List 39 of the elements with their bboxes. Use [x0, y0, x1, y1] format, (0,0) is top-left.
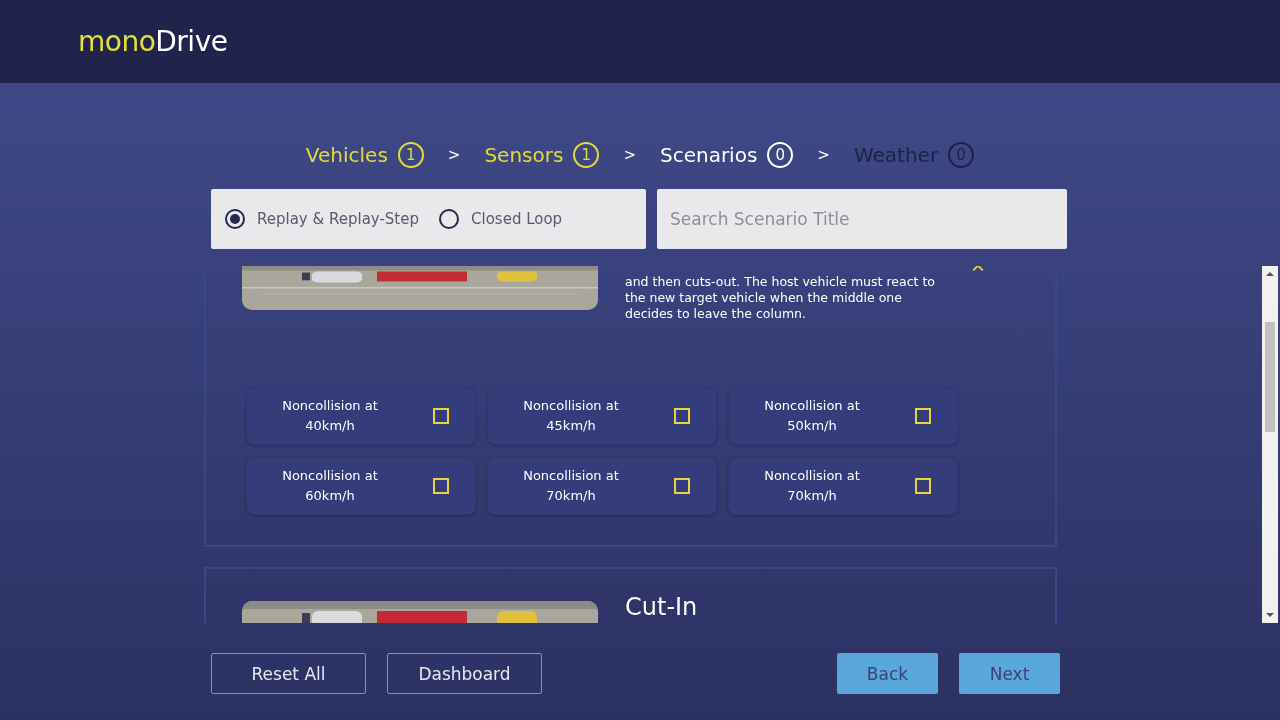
scroll-up-icon[interactable] — [1266, 272, 1274, 276]
search-field[interactable]: Search Scenario Title — [657, 189, 1067, 249]
count-badge: 0 — [948, 142, 975, 168]
radio-icon[interactable] — [225, 209, 245, 229]
footer-button[interactable]: Dashboard — [387, 653, 542, 694]
radio-icon[interactable] — [439, 209, 459, 229]
step-separator: > — [816, 146, 831, 164]
scrollbar[interactable] — [1262, 266, 1278, 623]
radio-option[interactable]: Replay & Replay-Step — [225, 209, 419, 229]
scenario-option[interactable]: Noncollision at 70km/h — [728, 457, 958, 515]
scenario-option[interactable]: Noncollision at 60km/h — [246, 457, 476, 515]
scrollbar-thumb[interactable] — [1265, 322, 1275, 432]
checkbox[interactable] — [674, 408, 690, 424]
footer-button[interactable]: Next — [959, 653, 1060, 694]
checkbox[interactable] — [433, 478, 449, 494]
scenario-description: and then cuts-out. The host vehicle must react to the new target vehicle when the middle one decides to leave the column. — [625, 274, 936, 322]
count-badge: 0 — [767, 142, 794, 168]
scroll-down-icon[interactable] — [1266, 613, 1274, 617]
checkbox[interactable] — [674, 478, 690, 494]
count-badge: 1 — [573, 142, 600, 168]
scenario-option[interactable]: Noncollision at 40km/h — [246, 387, 476, 445]
radio-option[interactable]: Closed Loop — [439, 209, 563, 229]
footer-button[interactable]: Back — [837, 653, 938, 694]
checkbox[interactable] — [915, 478, 931, 494]
logo: monoDrive — [78, 25, 228, 58]
checkbox[interactable] — [433, 408, 449, 424]
step-separator: > — [446, 146, 462, 164]
step-separator: > — [622, 146, 637, 164]
step-tab[interactable]: Vehicles 1 — [305, 142, 424, 168]
collapse-caret-icon[interactable] — [972, 266, 984, 272]
step-tab[interactable]: Sensors 1 — [484, 142, 600, 168]
scenario-option[interactable]: Noncollision at 50km/h — [728, 387, 958, 445]
scenario-option[interactable]: Noncollision at 70km/h — [487, 457, 717, 515]
footer-button[interactable]: Reset All — [211, 653, 366, 694]
step-tab[interactable]: Scenarios 0 — [659, 142, 794, 168]
scenario-title: Cut-In — [625, 593, 699, 621]
count-badge: 1 — [397, 142, 424, 168]
checkbox[interactable] — [915, 408, 931, 424]
scenario-option[interactable]: Noncollision at 45km/h — [487, 387, 717, 445]
